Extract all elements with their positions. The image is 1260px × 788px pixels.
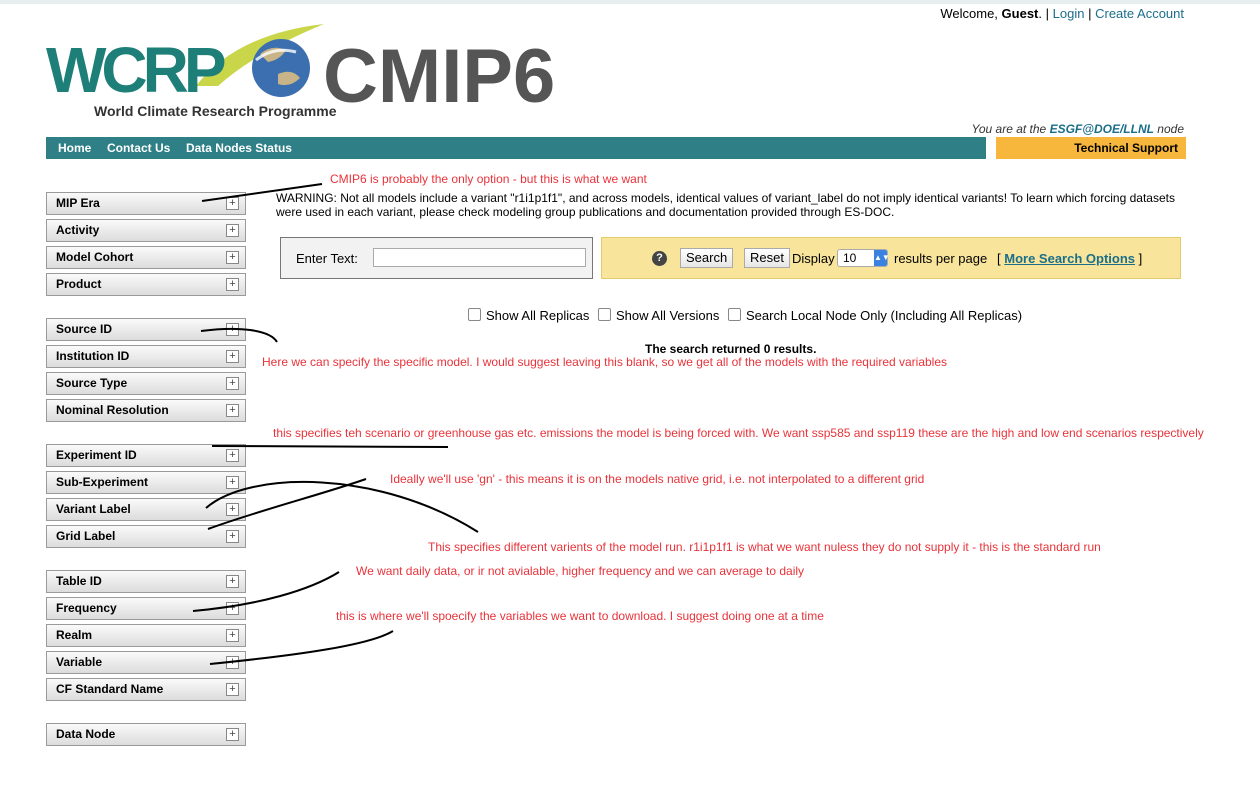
stroke-experiment-id	[211, 445, 449, 448]
stroke-variant-label	[205, 480, 479, 533]
stroke-mip-era	[201, 183, 323, 202]
stroke-frequency	[192, 571, 340, 612]
stroke-source-id	[200, 327, 278, 343]
annotation-strokes	[192, 183, 479, 665]
stroke-variable	[209, 630, 394, 665]
stroke-grid-label	[207, 478, 367, 530]
